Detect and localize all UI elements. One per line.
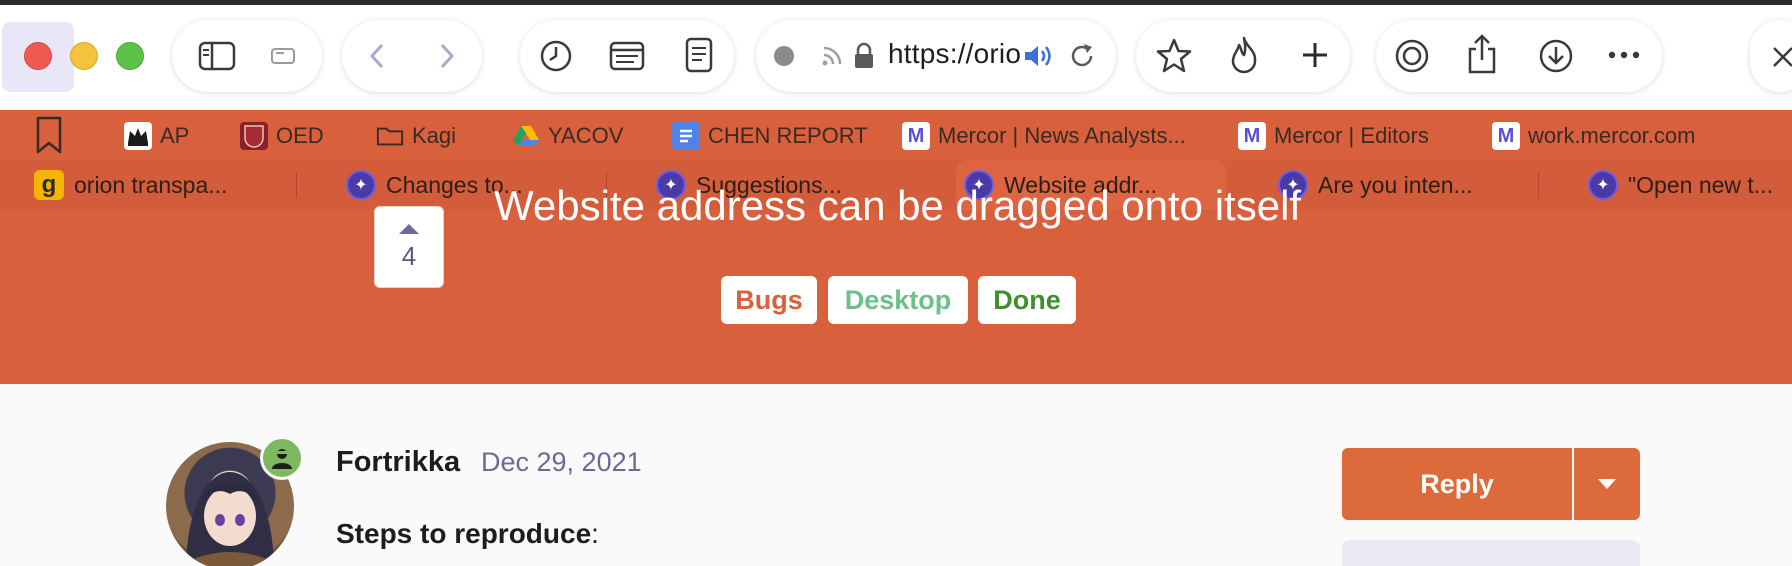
- tag-label: Bugs: [735, 284, 803, 315]
- tab-orion-transparency[interactable]: g orion transpa...: [26, 160, 292, 210]
- close-icon[interactable]: [1770, 42, 1792, 70]
- reply-button[interactable]: Reply: [1342, 448, 1572, 520]
- bookmark-label: YACOV: [548, 123, 624, 148]
- notes-icon[interactable]: [682, 36, 716, 74]
- extension-icon[interactable]: [1392, 36, 1432, 76]
- minimize-window-button[interactable]: [70, 42, 98, 70]
- bookmark-oed[interactable]: OED: [240, 120, 324, 152]
- reader-icon[interactable]: [608, 38, 646, 74]
- reply-options-button[interactable]: [1574, 448, 1640, 520]
- folder-icon: [376, 122, 404, 150]
- lock-icon: [852, 42, 876, 70]
- bookmarks-bar: AP OED Kagi YACOV CHEN REPORT M Mercor |…: [0, 110, 1792, 160]
- drive-icon: [512, 122, 540, 150]
- mercor-icon: M: [1238, 122, 1266, 150]
- bookmark-label: CHEN REPORT: [708, 123, 868, 148]
- steps-colon: :: [591, 518, 599, 549]
- orion-icon: ✦: [346, 170, 376, 200]
- upvote-button[interactable]: 4: [374, 206, 444, 288]
- tab-label: "Open new t...: [1628, 171, 1773, 198]
- rss-icon[interactable]: [820, 44, 844, 68]
- post-date: Dec 29, 2021: [481, 447, 642, 477]
- history-icon[interactable]: [538, 38, 574, 74]
- steps-heading: Steps to reproduce:: [336, 518, 599, 550]
- star-icon[interactable]: [1154, 36, 1194, 76]
- tab-divider: [1538, 172, 1539, 198]
- sidebar-controls-group: [172, 20, 322, 92]
- tab-label: Are you inten...: [1318, 171, 1473, 198]
- bookmark-kagi[interactable]: Kagi: [376, 120, 456, 152]
- page-title: Website address can be dragged onto itse…: [494, 182, 1302, 229]
- oed-icon: [240, 122, 268, 150]
- bookmark-icon[interactable]: [34, 114, 64, 156]
- sidebar-icon[interactable]: [196, 38, 238, 74]
- download-icon[interactable]: [1536, 36, 1576, 76]
- share-icon[interactable]: [1464, 32, 1500, 76]
- moderator-badge-icon: [260, 436, 304, 480]
- reply-label: Reply: [1420, 468, 1494, 499]
- tab-open-new[interactable]: ✦ "Open new t...: [1580, 160, 1792, 210]
- bookmark-chen-report[interactable]: CHEN REPORT: [672, 120, 868, 152]
- author-name[interactable]: Fortrikka: [336, 446, 460, 479]
- mercor-icon: M: [1492, 122, 1520, 150]
- bookmark-label: Mercor | News Analysts...: [938, 123, 1186, 148]
- bookmark-mercor-editors[interactable]: M Mercor | Editors: [1238, 120, 1429, 152]
- browser-toolbar: https://orio: [0, 0, 1792, 110]
- more-icon[interactable]: [1606, 46, 1642, 64]
- bookmark-ap[interactable]: AP: [124, 120, 189, 152]
- tag-bugs[interactable]: Bugs: [721, 276, 817, 324]
- close-window-button[interactable]: [24, 42, 52, 70]
- tag-desktop[interactable]: Desktop: [828, 276, 968, 324]
- bookmark-mercor-news[interactable]: M Mercor | News Analysts...: [902, 120, 1186, 152]
- url-text[interactable]: https://orio: [888, 38, 1028, 70]
- tab-are-you-intending[interactable]: ✦ Are you inten...: [1270, 160, 1532, 210]
- chevron-down-icon: [1598, 479, 1616, 489]
- steps-label: Steps to reproduce: [336, 518, 592, 549]
- reload-icon[interactable]: [1066, 40, 1098, 72]
- bookmark-work-mercor[interactable]: M work.mercor.com: [1492, 120, 1695, 152]
- back-icon[interactable]: [362, 38, 392, 74]
- crown-icon: [124, 122, 152, 150]
- forward-icon[interactable]: [432, 38, 462, 74]
- flame-icon[interactable]: [1226, 34, 1262, 76]
- tag-label: Done: [993, 284, 1061, 315]
- kagi-g-icon: g: [34, 170, 64, 200]
- tag-done[interactable]: Done: [978, 276, 1076, 324]
- vote-count: 4: [401, 240, 417, 271]
- tag-label: Desktop: [844, 284, 952, 315]
- upvote-arrow-icon: [399, 223, 419, 234]
- mercor-icon: M: [902, 122, 930, 150]
- plus-icon[interactable]: [1298, 38, 1332, 72]
- tab-label: orion transpa...: [74, 171, 228, 198]
- tab-overview-icon[interactable]: [268, 42, 298, 70]
- sidebar-panel: [1342, 540, 1640, 566]
- bookmark-label: Mercor | Editors: [1274, 123, 1429, 148]
- orion-icon: ✦: [1588, 170, 1618, 200]
- docs-icon: [672, 122, 700, 150]
- audio-icon[interactable]: [1022, 42, 1054, 70]
- bookmark-yacov[interactable]: YACOV: [512, 120, 623, 152]
- zoom-window-button[interactable]: [116, 42, 144, 70]
- tab-divider: [296, 172, 297, 198]
- window-top-edge: [0, 0, 1792, 5]
- record-icon: [772, 44, 796, 68]
- bookmark-label: Kagi: [412, 123, 457, 148]
- bookmark-label: OED: [276, 123, 324, 148]
- bookmark-label: work.mercor.com: [1528, 123, 1696, 148]
- bookmark-label: AP: [160, 123, 190, 148]
